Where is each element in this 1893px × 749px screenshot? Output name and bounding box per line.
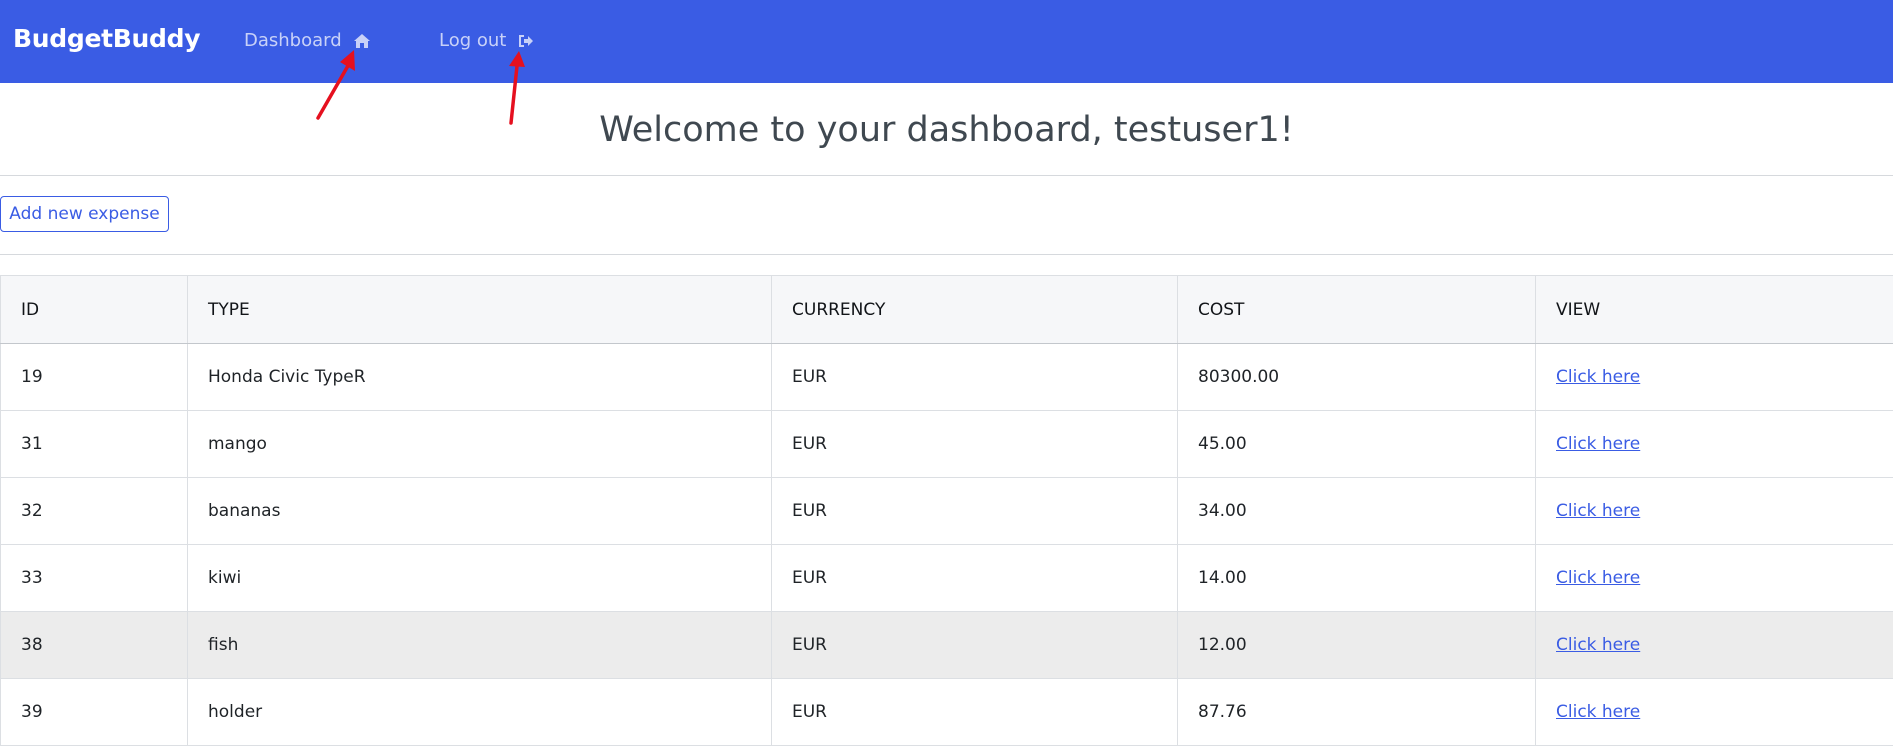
- view-expense-link[interactable]: Click here: [1556, 635, 1640, 655]
- page-title: Welcome to your dashboard, testuser1!: [599, 110, 1294, 150]
- view-expense-link[interactable]: Click here: [1556, 367, 1640, 387]
- cell-cost: 12.00: [1177, 611, 1536, 679]
- column-header-currency: CURRENCY: [771, 275, 1178, 344]
- cell-id: 39: [0, 678, 188, 746]
- nav-logout-label: Log out: [439, 30, 507, 51]
- cell-type: mango: [187, 410, 772, 478]
- cell-cost: 34.00: [1177, 477, 1536, 545]
- cell-currency: EUR: [771, 343, 1178, 411]
- nav-dashboard-link[interactable]: Dashboard: [244, 30, 370, 51]
- cell-type: holder: [187, 678, 772, 746]
- cell-currency: EUR: [771, 611, 1178, 679]
- column-header-cost: COST: [1177, 275, 1536, 344]
- expenses-table: ID TYPE CURRENCY COST VIEW 19 Honda Civi…: [0, 275, 1893, 746]
- cell-id: 33: [0, 544, 188, 612]
- cell-currency: EUR: [771, 678, 1178, 746]
- table-row: 33 kiwi EUR 14.00 Click here: [0, 544, 1893, 612]
- cell-id: 19: [0, 343, 188, 411]
- column-header-id: ID: [0, 275, 188, 344]
- cell-currency: EUR: [771, 410, 1178, 478]
- cell-cost: 14.00: [1177, 544, 1536, 612]
- table-row: 32 bananas EUR 34.00 Click here: [0, 477, 1893, 545]
- cell-type: bananas: [187, 477, 772, 545]
- cell-currency: EUR: [771, 477, 1178, 545]
- column-header-type: TYPE: [187, 275, 772, 344]
- divider: [0, 175, 1893, 176]
- cell-type: fish: [187, 611, 772, 679]
- cell-cost: 80300.00: [1177, 343, 1536, 411]
- cell-id: 31: [0, 410, 188, 478]
- view-expense-link[interactable]: Click here: [1556, 702, 1640, 722]
- cell-type: kiwi: [187, 544, 772, 612]
- cell-id: 38: [0, 611, 188, 679]
- cell-id: 32: [0, 477, 188, 545]
- home-icon: [353, 33, 370, 48]
- add-new-expense-button[interactable]: Add new expense: [0, 196, 169, 232]
- view-expense-link[interactable]: Click here: [1556, 434, 1640, 454]
- cell-cost: 45.00: [1177, 410, 1536, 478]
- cell-cost: 87.76: [1177, 678, 1536, 746]
- column-header-view: VIEW: [1535, 275, 1893, 344]
- expenses-table-container: ID TYPE CURRENCY COST VIEW 19 Honda Civi…: [0, 275, 1893, 746]
- nav-logout-link[interactable]: Log out: [439, 30, 534, 51]
- table-row: 39 holder EUR 87.76 Click here: [0, 678, 1893, 746]
- cell-view: Click here: [1535, 410, 1893, 478]
- nav-dashboard-label: Dashboard: [244, 30, 342, 51]
- brand-logo[interactable]: BudgetBuddy: [13, 24, 201, 53]
- cell-currency: EUR: [771, 544, 1178, 612]
- sign-out-icon: [519, 34, 534, 47]
- table-header-row: ID TYPE CURRENCY COST VIEW: [0, 275, 1893, 344]
- cell-view: Click here: [1535, 343, 1893, 411]
- cell-view: Click here: [1535, 477, 1893, 545]
- cell-type: Honda Civic TypeR: [187, 343, 772, 411]
- table-row: 38 fish EUR 12.00 Click here: [0, 611, 1893, 679]
- top-navbar: BudgetBuddy Dashboard Log out: [0, 0, 1893, 83]
- view-expense-link[interactable]: Click here: [1556, 501, 1640, 521]
- table-row: 31 mango EUR 45.00 Click here: [0, 410, 1893, 478]
- table-row: 19 Honda Civic TypeR EUR 80300.00 Click …: [0, 343, 1893, 411]
- view-expense-link[interactable]: Click here: [1556, 568, 1640, 588]
- cell-view: Click here: [1535, 611, 1893, 679]
- cell-view: Click here: [1535, 544, 1893, 612]
- cell-view: Click here: [1535, 678, 1893, 746]
- divider: [0, 254, 1893, 255]
